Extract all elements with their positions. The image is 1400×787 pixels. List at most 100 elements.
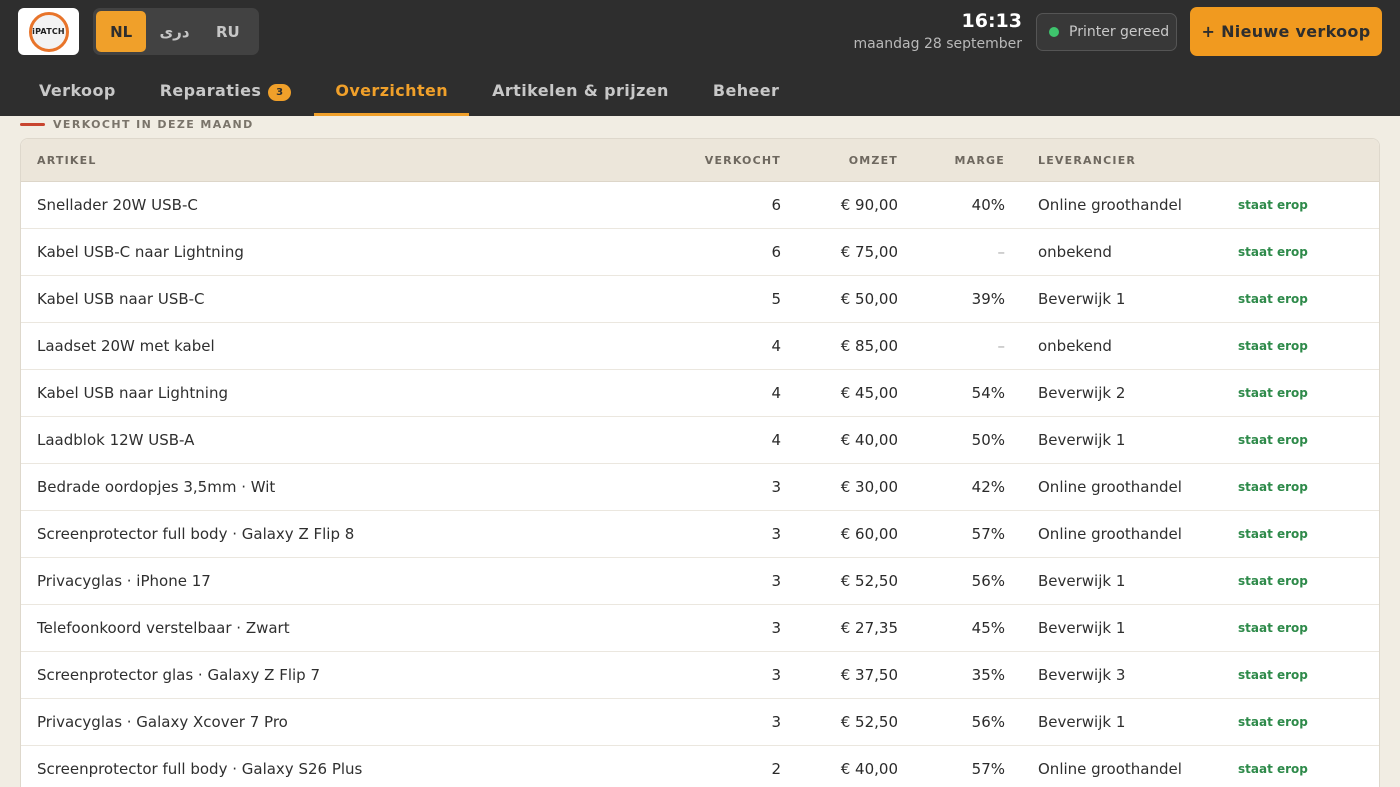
- cell-omzet: € 37,50: [840, 666, 898, 684]
- printer-status[interactable]: Printer gereed: [1036, 13, 1177, 51]
- cell-status: staat erop: [1238, 668, 1308, 682]
- cell-omzet: € 45,00: [840, 384, 898, 402]
- cell-status: staat erop: [1238, 292, 1308, 306]
- table-row[interactable]: Privacyglas · Galaxy Xcover 7 Pro 3 € 52,5…: [21, 699, 1379, 746]
- table-row[interactable]: Kabel USB-C naar Lightning 6 € 75,00 – onbek…: [21, 229, 1379, 276]
- cell-marge: 39%: [971, 290, 1005, 308]
- app-logo[interactable]: iPATCH: [18, 8, 79, 55]
- column-header-verkocht[interactable]: VERKOCHT: [661, 154, 781, 167]
- table-row[interactable]: Laadblok 12W USB-A 4 € 40,00 50% Beverwijk 1…: [21, 417, 1379, 464]
- table-row[interactable]: Laadset 20W met kabel 4 € 85,00 – onbekend st…: [21, 323, 1379, 370]
- column-header-leverancier[interactable]: LEVERANCIER: [1005, 154, 1238, 167]
- table-row[interactable]: Kabel USB naar Lightning 4 € 45,00 54% Bever…: [21, 370, 1379, 417]
- table-row[interactable]: Screenprotector full body · Galaxy S26 P…: [21, 746, 1379, 787]
- cell-leverancier: Beverwijk 1: [1038, 572, 1126, 590]
- table-body: Snellader 20W USB-C 6 € 90,00 40% Online gro…: [21, 182, 1379, 787]
- cell-artikel: Kabel USB-C naar Lightning: [37, 243, 244, 261]
- cell-leverancier: Beverwijk 1: [1038, 290, 1126, 308]
- cell-marge: 57%: [971, 760, 1005, 778]
- sales-table: ARTIKEL VERKOCHT OMZET MARGE LEVERANCIER…: [20, 138, 1380, 787]
- cell-leverancier: Beverwijk 1: [1038, 619, 1126, 637]
- table-row[interactable]: Privacyglas · iPhone 17 3 € 52,50 56% Beverw…: [21, 558, 1379, 605]
- tab-label: Beheer: [712, 80, 780, 100]
- cell-status: staat erop: [1238, 621, 1308, 635]
- column-header-artikel[interactable]: ARTIKEL: [21, 154, 661, 167]
- language-nl-button[interactable]: NL: [96, 11, 147, 52]
- section-title: VERKOCHT IN DEZE MAAND: [53, 117, 254, 131]
- cell-marge: 57%: [971, 525, 1005, 543]
- table-row[interactable]: Snellader 20W USB-C 6 € 90,00 40% Online gro…: [21, 182, 1379, 229]
- clock-time: 16:13: [961, 10, 1022, 32]
- cell-omzet: € 75,00: [840, 243, 898, 261]
- cell-status: staat erop: [1238, 198, 1308, 212]
- cell-marge: 50%: [971, 431, 1005, 449]
- cell-artikel: Bedrade oordopjes 3,5mm · Wit: [37, 478, 276, 496]
- table-row[interactable]: Kabel USB naar USB-C 5 € 50,00 39% Beverwijk…: [21, 276, 1379, 323]
- cell-verkocht: 5: [771, 290, 781, 308]
- cell-status: staat erop: [1238, 527, 1308, 541]
- tab-artikelen-prijzen[interactable]: Artikelen & prijzen: [471, 64, 690, 116]
- table-row[interactable]: Telefoonkoord verstelbaar · Zwart 3 € 27,3…: [21, 605, 1379, 652]
- cell-omzet: € 50,00: [840, 290, 898, 308]
- new-sale-button[interactable]: + Nieuwe verkoop: [1190, 7, 1382, 56]
- table-row[interactable]: Screenprotector full body · Galaxy Z Fli…: [21, 511, 1379, 558]
- cell-verkocht: 4: [771, 384, 781, 402]
- language-ru-button[interactable]: RU: [203, 11, 253, 52]
- cell-status: staat erop: [1238, 245, 1308, 259]
- cell-artikel: Laadset 20W met kabel: [37, 337, 215, 355]
- cell-verkocht: 6: [771, 243, 781, 261]
- cell-artikel: Kabel USB naar USB-C: [37, 290, 205, 308]
- cell-verkocht: 4: [771, 431, 781, 449]
- cell-artikel: Screenprotector full body · Galaxy S26 P…: [37, 760, 363, 778]
- cell-verkocht: 3: [771, 478, 781, 496]
- cell-omzet: € 90,00: [840, 196, 898, 214]
- cell-artikel: Laadblok 12W USB-A: [37, 431, 195, 449]
- column-header-marge[interactable]: MARGE: [898, 154, 1005, 167]
- cell-leverancier: Beverwijk 2: [1038, 384, 1126, 402]
- cell-verkocht: 2: [771, 760, 781, 778]
- cell-omzet: € 85,00: [840, 337, 898, 355]
- tab-label: Artikelen & prijzen: [492, 80, 669, 100]
- cell-leverancier: Online groothandel: [1038, 525, 1182, 543]
- cell-verkocht: 3: [771, 525, 781, 543]
- tab-beheer[interactable]: Beheer: [692, 64, 800, 116]
- tab-verkoop[interactable]: Verkoop: [18, 64, 137, 116]
- cell-leverancier: Online groothandel: [1038, 478, 1182, 496]
- logo-text: iPATCH: [32, 27, 65, 36]
- cell-artikel: Screenprotector glas · Galaxy Z Flip 7: [37, 666, 320, 684]
- cell-leverancier: onbekend: [1038, 337, 1112, 355]
- language-dari-button[interactable]: دری: [149, 11, 199, 52]
- cell-artikel: Kabel USB naar Lightning: [37, 384, 228, 402]
- cell-marge: 40%: [971, 196, 1005, 214]
- column-header-omzet[interactable]: OMZET: [781, 154, 898, 167]
- cell-artikel: Privacyglas · iPhone 17: [37, 572, 211, 590]
- cell-leverancier: Beverwijk 1: [1038, 431, 1126, 449]
- cell-marge: –: [997, 243, 1006, 261]
- cell-leverancier: Online groothandel: [1038, 760, 1182, 778]
- cell-leverancier: Online groothandel: [1038, 196, 1182, 214]
- tab-overzichten[interactable]: Overzichten: [314, 64, 469, 116]
- cell-marge: 42%: [971, 478, 1005, 496]
- section-header: VERKOCHT IN DEZE MAAND: [20, 116, 254, 132]
- clock: 16:13 maandag 28 september: [853, 10, 1022, 56]
- cell-status: staat erop: [1238, 433, 1308, 447]
- cell-verkocht: 3: [771, 619, 781, 637]
- cell-omzet: € 30,00: [840, 478, 898, 496]
- cell-artikel: Snellader 20W USB-C: [37, 196, 198, 214]
- table-row[interactable]: Screenprotector glas · Galaxy Z Flip 7 3 €…: [21, 652, 1379, 699]
- cell-marge: 45%: [971, 619, 1005, 637]
- cell-verkocht: 3: [771, 713, 781, 731]
- language-switcher: NL دری RU: [93, 8, 259, 55]
- cell-omzet: € 40,00: [840, 760, 898, 778]
- table-row[interactable]: Bedrade oordopjes 3,5mm · Wit 3 € 30,00 42%…: [21, 464, 1379, 511]
- cell-verkocht: 3: [771, 666, 781, 684]
- logo-mark: iPATCH: [28, 11, 69, 52]
- printer-status-dot-icon: [1049, 27, 1059, 37]
- cell-marge: –: [997, 337, 1006, 355]
- cell-marge: 56%: [971, 713, 1005, 731]
- cell-artikel: Screenprotector full body · Galaxy Z Fli…: [37, 525, 355, 543]
- top-bar: iPATCH NL دری RU 16:13 maandag 28 septem…: [0, 0, 1400, 116]
- tab-reparaties[interactable]: Reparaties 3: [139, 64, 313, 116]
- cell-omzet: € 60,00: [840, 525, 898, 543]
- repairs-count-badge: 3: [268, 83, 292, 101]
